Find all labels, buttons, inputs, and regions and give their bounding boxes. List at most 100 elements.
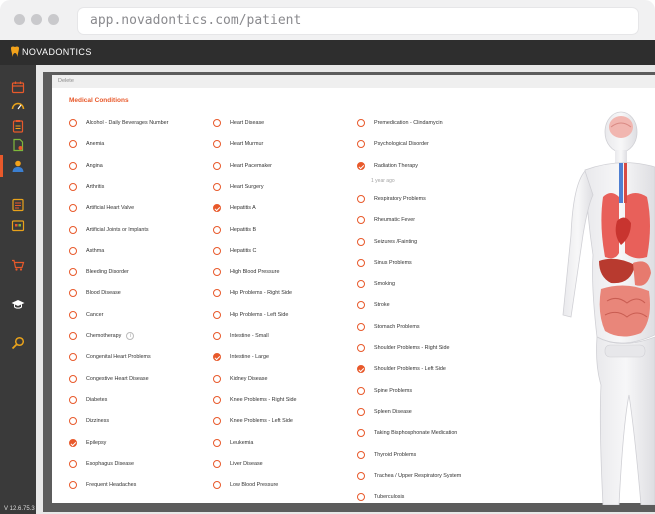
address-bar[interactable]: app.novadontics.com/patient: [78, 8, 638, 34]
condition-item[interactable]: Smoking: [357, 277, 395, 291]
condition-item[interactable]: Taking Bisphosphonate Medication: [357, 426, 457, 440]
condition-radio[interactable]: [69, 119, 77, 127]
condition-radio[interactable]: [213, 247, 221, 255]
condition-item[interactable]: Spine Problems: [357, 384, 412, 398]
condition-radio[interactable]: [69, 332, 77, 340]
condition-radio[interactable]: [357, 301, 365, 309]
condition-item[interactable]: Heart Disease: [213, 116, 264, 130]
condition-item[interactable]: Thyroid Problems: [357, 448, 416, 462]
condition-item[interactable]: Intestine - Large: [213, 350, 269, 364]
window-maximize-dot[interactable]: [48, 14, 59, 25]
condition-item[interactable]: Hip Problems - Left Side: [213, 308, 288, 322]
condition-radio[interactable]: [357, 238, 365, 246]
condition-item[interactable]: Intestine - Small: [213, 329, 269, 343]
condition-item[interactable]: Sinus Problems: [357, 256, 412, 270]
condition-item[interactable]: Hepatitis B: [213, 223, 256, 237]
condition-item[interactable]: Tuberculosis: [357, 490, 404, 504]
condition-radio[interactable]: [213, 311, 221, 319]
window-close-dot[interactable]: [14, 14, 25, 25]
condition-item[interactable]: Premedication - Clindamycin: [357, 116, 443, 130]
condition-radio[interactable]: [213, 119, 221, 127]
condition-item[interactable]: Bleeding Disorder: [69, 265, 129, 279]
condition-item[interactable]: Spleen Disease: [357, 405, 412, 419]
condition-checked-radio[interactable]: [357, 365, 365, 373]
condition-item[interactable]: Arthritis: [69, 180, 104, 194]
condition-radio[interactable]: [69, 268, 77, 276]
condition-radio[interactable]: [69, 183, 77, 191]
condition-radio[interactable]: [213, 183, 221, 191]
condition-item[interactable]: Low Blood Pressure: [213, 478, 278, 492]
condition-radio[interactable]: [69, 375, 77, 383]
condition-item[interactable]: Anemia: [69, 137, 104, 151]
condition-item[interactable]: Trachea / Upper Respiratory System: [357, 469, 461, 483]
patient-icon[interactable]: [11, 159, 25, 173]
condition-radio[interactable]: [357, 387, 365, 395]
dashboard-icon[interactable]: [11, 99, 25, 113]
condition-radio[interactable]: [357, 119, 365, 127]
condition-item[interactable]: Leukemia: [213, 436, 253, 450]
cart-icon[interactable]: [11, 258, 25, 272]
condition-radio[interactable]: [69, 460, 77, 468]
condition-item[interactable]: Shoulder Problems - Left Side: [357, 362, 446, 376]
condition-item[interactable]: Stroke: [357, 298, 390, 312]
condition-item[interactable]: Heart Pacemaker: [213, 159, 272, 173]
condition-item[interactable]: Knee Problems - Left Side: [213, 414, 293, 428]
condition-radio[interactable]: [357, 408, 365, 416]
condition-radio[interactable]: [69, 204, 77, 212]
condition-radio[interactable]: [69, 226, 77, 234]
condition-radio[interactable]: [69, 289, 77, 297]
condition-radio[interactable]: [213, 396, 221, 404]
condition-radio[interactable]: [357, 216, 365, 224]
condition-item[interactable]: Blood Disease: [69, 286, 121, 300]
clipboard-icon[interactable]: [11, 119, 25, 133]
condition-radio[interactable]: [213, 226, 221, 234]
condition-item[interactable]: High Blood Pressure: [213, 265, 279, 279]
condition-radio[interactable]: [69, 311, 77, 319]
condition-item[interactable]: Knee Problems - Right Side: [213, 393, 297, 407]
notes-icon[interactable]: [11, 198, 25, 212]
condition-radio[interactable]: [213, 481, 221, 489]
condition-radio[interactable]: [213, 289, 221, 297]
condition-item[interactable]: Respiratory Problems: [357, 192, 426, 206]
condition-item[interactable]: Seizures /Fainting: [357, 235, 417, 249]
condition-item[interactable]: Heart Surgery: [213, 180, 264, 194]
condition-radio[interactable]: [357, 323, 365, 331]
condition-checked-radio[interactable]: [213, 204, 221, 212]
condition-radio[interactable]: [357, 140, 365, 148]
condition-radio[interactable]: [213, 332, 221, 340]
condition-item[interactable]: Hepatitis C: [213, 244, 256, 258]
condition-item[interactable]: Radiation Therapy: [357, 159, 418, 173]
condition-item[interactable]: Chemotherapy i: [69, 329, 135, 343]
condition-item[interactable]: Esophagus Disease: [69, 457, 134, 471]
condition-item[interactable]: Frequent Headaches: [69, 478, 136, 492]
condition-item[interactable]: Shoulder Problems - Right Side: [357, 341, 450, 355]
condition-item[interactable]: Asthma: [69, 244, 104, 258]
panel-breadcrumb[interactable]: Delete: [58, 78, 74, 84]
condition-radio[interactable]: [69, 396, 77, 404]
condition-radio[interactable]: [69, 417, 77, 425]
condition-radio[interactable]: [213, 268, 221, 276]
condition-item[interactable]: Psychological Disorder: [357, 137, 429, 151]
condition-item[interactable]: Alcohol - Daily Beverages Number: [69, 116, 168, 130]
condition-item[interactable]: Epilepsy: [69, 436, 106, 450]
condition-item[interactable]: Angina: [69, 159, 103, 173]
condition-item[interactable]: Liver Disease: [213, 457, 263, 471]
education-icon[interactable]: [11, 297, 25, 311]
condition-item[interactable]: Hip Problems - Right Side: [213, 286, 292, 300]
info-icon[interactable]: i: [126, 332, 135, 340]
condition-item[interactable]: Artificial Joints or Implants: [69, 223, 149, 237]
condition-radio[interactable]: [69, 481, 77, 489]
condition-item[interactable]: Congenital Heart Problems: [69, 350, 151, 364]
condition-radio[interactable]: [213, 460, 221, 468]
condition-checked-radio[interactable]: [213, 353, 221, 361]
condition-radio[interactable]: [69, 140, 77, 148]
condition-radio[interactable]: [357, 259, 365, 267]
condition-radio[interactable]: [213, 140, 221, 148]
condition-radio[interactable]: [357, 429, 365, 437]
document-icon[interactable]: [11, 138, 25, 152]
condition-checked-radio[interactable]: [69, 439, 77, 447]
condition-item[interactable]: Rheumatic Fever: [357, 213, 415, 227]
window-minimize-dot[interactable]: [31, 14, 42, 25]
condition-item[interactable]: Heart Murmur: [213, 137, 263, 151]
condition-radio[interactable]: [213, 162, 221, 170]
